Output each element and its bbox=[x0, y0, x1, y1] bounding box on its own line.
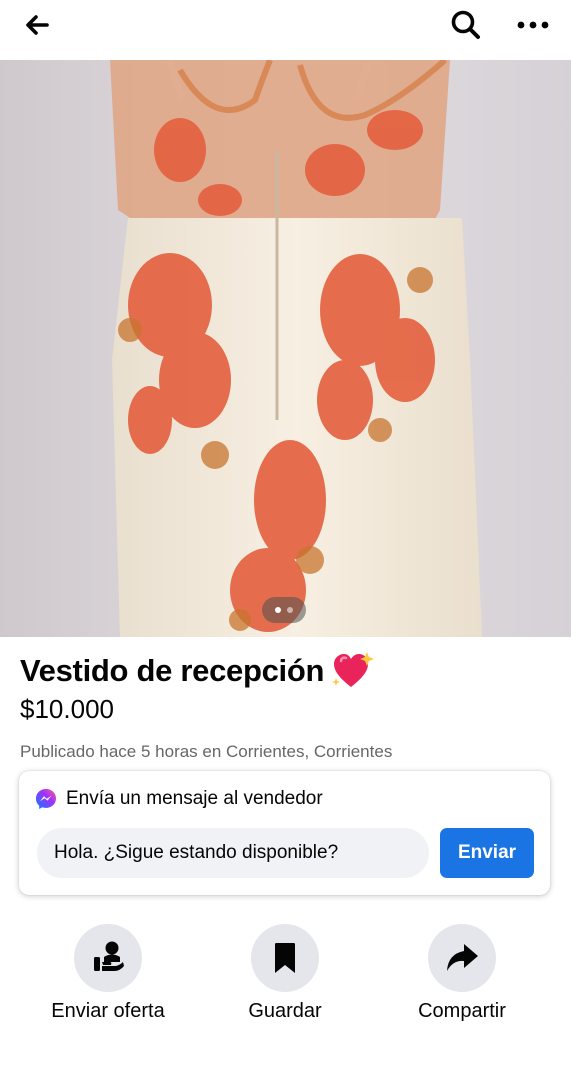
listing-price: $10.000 bbox=[20, 694, 114, 724]
send-offer-icon-circle bbox=[74, 924, 142, 992]
sparkling-heart-emoji bbox=[332, 652, 375, 687]
top-bar bbox=[0, 0, 571, 60]
message-seller-card: Envía un mensaje al vendedor Hola. ¿Sigu… bbox=[19, 771, 550, 895]
search-icon bbox=[451, 10, 480, 39]
pager-dot-active bbox=[275, 607, 281, 613]
pager-dot bbox=[287, 607, 293, 613]
share-button[interactable]: Compartir bbox=[392, 924, 532, 1023]
messenger-icon bbox=[36, 789, 56, 809]
listing-title: Vestido de recepción bbox=[20, 653, 325, 688]
offer-person-icon bbox=[94, 941, 124, 971]
save-icon-circle bbox=[251, 924, 319, 992]
share-label: Compartir bbox=[418, 1000, 506, 1022]
back-arrow-icon bbox=[26, 15, 49, 35]
back-button[interactable] bbox=[22, 10, 52, 40]
bookmark-icon bbox=[275, 943, 295, 973]
more-dots-icon bbox=[517, 21, 549, 29]
save-button[interactable]: Guardar bbox=[215, 924, 355, 1023]
search-button[interactable] bbox=[449, 8, 483, 42]
message-input[interactable]: Hola. ¿Sigue estando disponible? bbox=[37, 828, 429, 878]
send-offer-button[interactable]: Enviar oferta bbox=[38, 924, 178, 1023]
dress-photo-illustration bbox=[0, 60, 571, 637]
share-arrow-icon bbox=[447, 944, 478, 971]
message-card-header: Envía un mensaje al vendedor bbox=[35, 787, 323, 811]
send-offer-label: Enviar oferta bbox=[51, 1000, 165, 1022]
more-options-button[interactable] bbox=[513, 10, 553, 40]
save-label: Guardar bbox=[248, 1000, 322, 1022]
share-icon-circle bbox=[428, 924, 496, 992]
photo-pager-dots[interactable] bbox=[262, 597, 306, 623]
listing-photo[interactable] bbox=[0, 60, 571, 637]
send-button[interactable]: Enviar bbox=[440, 828, 534, 878]
message-card-heading: Envía un mensaje al vendedor bbox=[66, 788, 323, 809]
listing-posted-info: Publicado hace 5 horas en Corrientes, Co… bbox=[20, 742, 393, 761]
listing-title-row: Vestido de recepción bbox=[20, 650, 375, 692]
